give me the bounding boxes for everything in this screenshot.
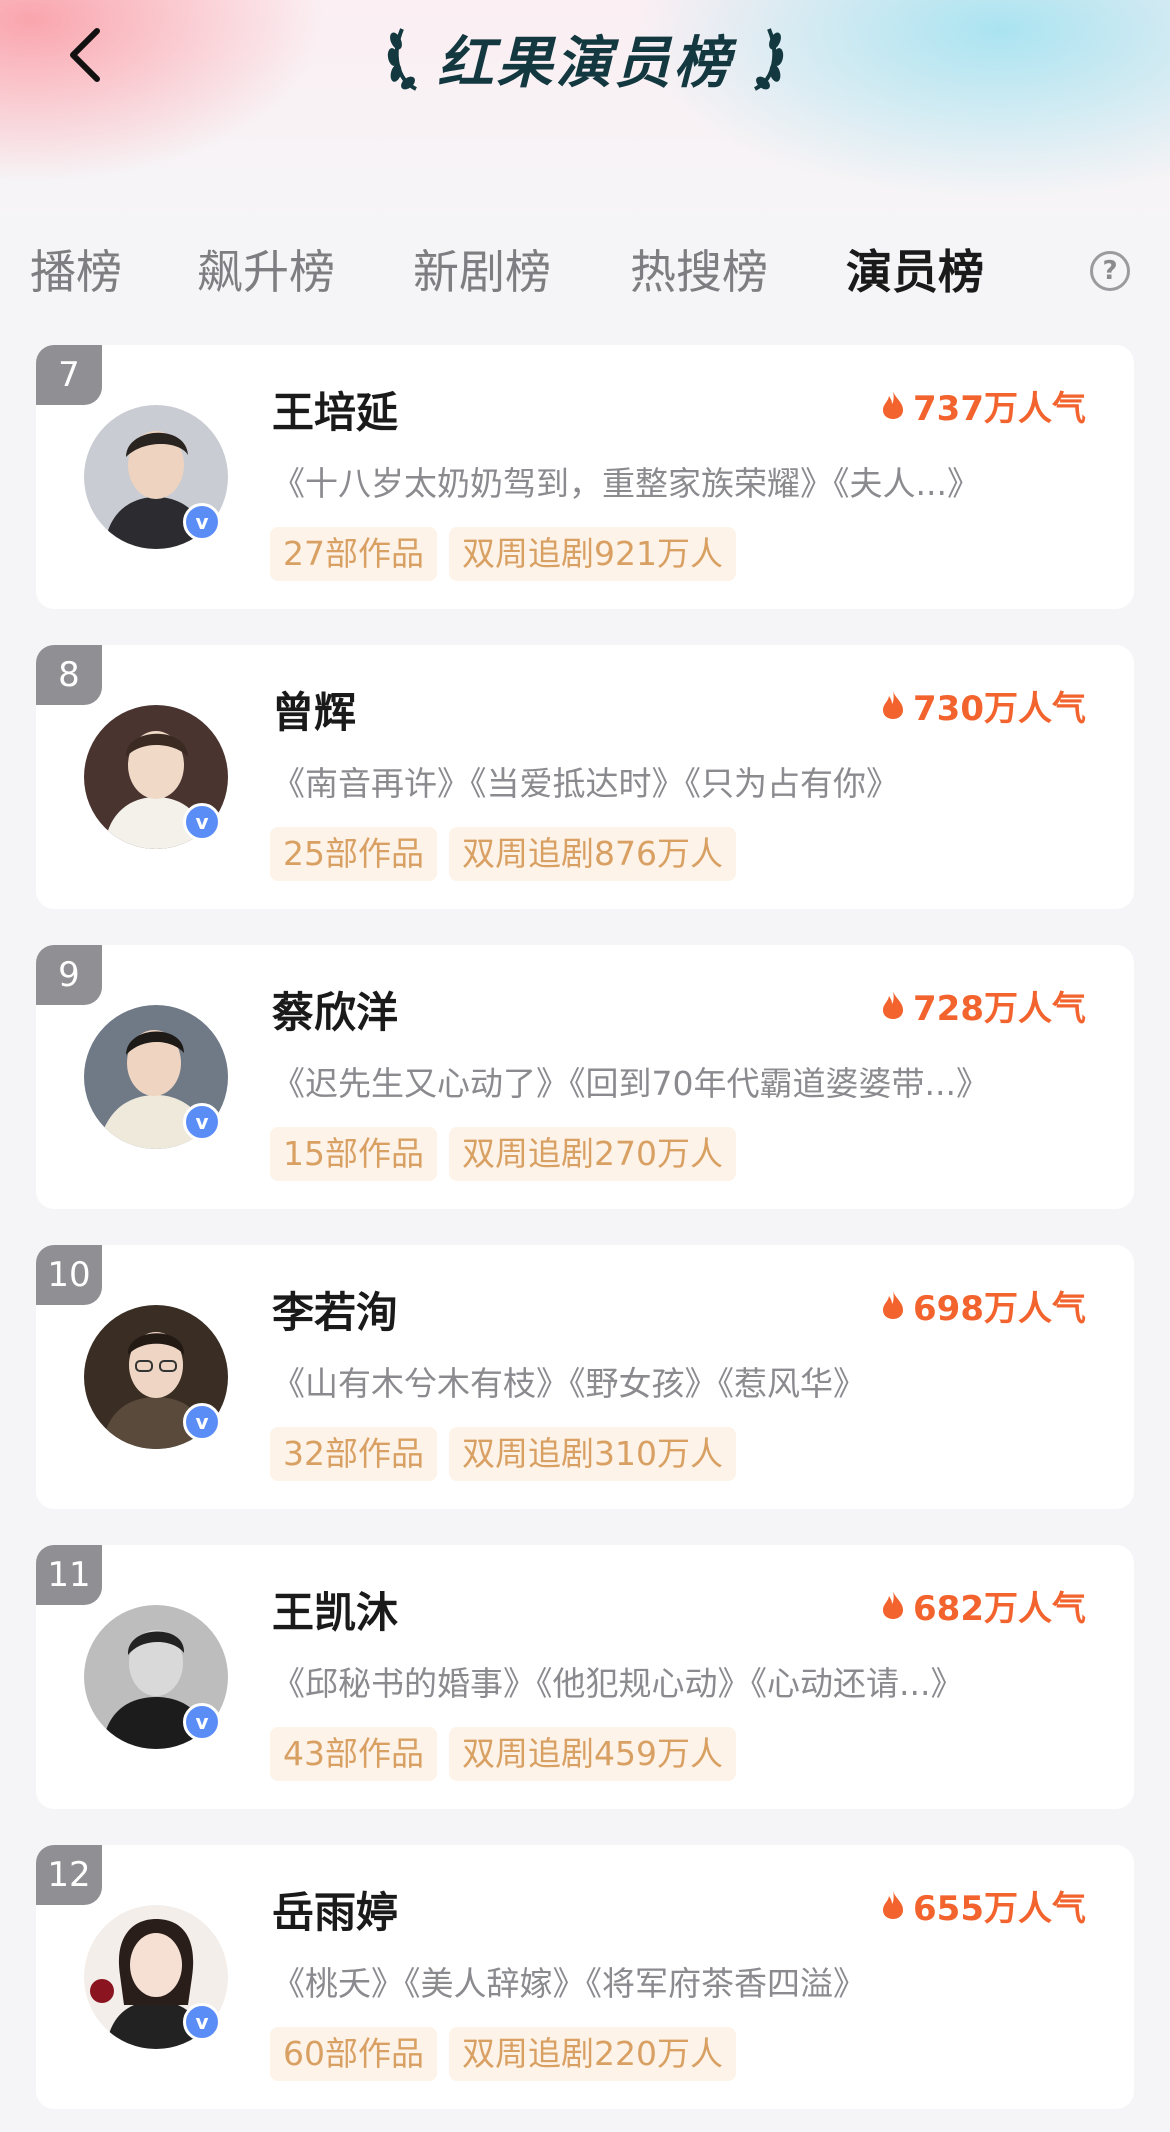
popularity-value: 655万人气 [913, 1888, 1086, 1929]
popularity-value: 698万人气 [913, 1288, 1086, 1329]
tab-hot-search[interactable]: 热搜榜 [630, 232, 768, 312]
popularity: 737万人气 [881, 383, 1086, 429]
fire-icon [883, 1591, 904, 1619]
actor-name: 王培延 [272, 388, 399, 437]
actor-name: 曾辉 [272, 688, 357, 737]
followers-tag: 双周追剧921万人 [449, 527, 736, 581]
works-count-tag: 32部作品 [270, 1427, 437, 1481]
works-count-tag: 43部作品 [270, 1727, 437, 1781]
followers-tag: 双周追剧876万人 [449, 827, 736, 881]
fire-icon [883, 1291, 904, 1319]
works-list: 《山有木兮木有枝》《野女孩》《惹风华》 [272, 1364, 866, 1403]
actor-name: 王凯沐 [272, 1588, 399, 1637]
popularity-value: 682万人气 [913, 1588, 1086, 1629]
popularity: 728万人气 [881, 983, 1086, 1029]
fire-icon [883, 1891, 904, 1919]
rank-badge: 12 [36, 1845, 102, 1905]
verified-badge-icon: v [183, 1103, 221, 1141]
tag-group: 32部作品 双周追剧310万人 [270, 1427, 736, 1481]
works-count-tag: 60部作品 [270, 2027, 437, 2081]
fire-icon [883, 391, 904, 419]
actor-card[interactable]: 11 v 王凯沐 682万人气 《邱秘书的婚事》《他犯规心动》《心动还请...》 [36, 1545, 1134, 1809]
laurel-left-icon [387, 28, 417, 91]
verified-badge-icon: v [183, 1703, 221, 1741]
works-list: 《迟先生又心动了》《回到70年代霸道婆婆带...》 [272, 1064, 989, 1103]
page-title-group: 红果演员榜 [0, 18, 1170, 98]
tab-new-drama[interactable]: 新剧榜 [413, 232, 551, 312]
popularity: 730万人气 [881, 683, 1086, 729]
works-list: 《十八岁太奶奶驾到，重整家族荣耀》《夫人...》 [272, 464, 980, 503]
fire-icon [883, 691, 904, 719]
works-list: 《南音再许》《当爱抵达时》《只为占有你》 [272, 764, 899, 803]
followers-tag: 双周追剧459万人 [449, 1727, 736, 1781]
works-count-tag: 25部作品 [270, 827, 437, 881]
verified-badge-icon: v [183, 503, 221, 541]
tag-group: 43部作品 双周追剧459万人 [270, 1727, 736, 1781]
rank-badge: 9 [36, 945, 102, 1005]
popularity: 698万人气 [881, 1283, 1086, 1329]
rank-badge: 11 [36, 1545, 102, 1605]
actor-name: 岳雨婷 [272, 1888, 399, 1937]
laurel-right-icon [753, 28, 783, 91]
verified-badge-icon: v [183, 803, 221, 841]
question-circle-icon: ? [1102, 256, 1118, 286]
tag-group: 15部作品 双周追剧270万人 [270, 1127, 736, 1181]
followers-tag: 双周追剧270万人 [449, 1127, 736, 1181]
verified-badge-icon: v [183, 1403, 221, 1441]
help-button[interactable]: ? [1090, 251, 1130, 291]
popularity: 655万人气 [881, 1883, 1086, 1929]
actor-card[interactable]: 12 v 岳雨婷 655万人气 《桃夭》《美人辞嫁》《将军府茶香四溢》 60部作… [36, 1845, 1134, 2109]
ranking-tabs: 播榜 飙升榜 新剧榜 热搜榜 演员榜 [0, 232, 1170, 312]
tab-actors[interactable]: 演员榜 [846, 232, 984, 312]
tag-group: 60部作品 双周追剧220万人 [270, 2027, 736, 2081]
tag-group: 25部作品 双周追剧876万人 [270, 827, 736, 881]
actor-name: 蔡欣洋 [272, 988, 399, 1037]
rank-badge: 7 [36, 345, 102, 405]
followers-tag: 双周追剧220万人 [449, 2027, 736, 2081]
actor-card[interactable]: 9 v 蔡欣洋 728万人气 《迟先生又心动了》《回到70年代霸道婆婆带...》 [36, 945, 1134, 1209]
tab-rising[interactable]: 飙升榜 [197, 232, 335, 312]
popularity-value: 730万人气 [913, 688, 1086, 729]
works-list: 《桃夭》《美人辞嫁》《将军府茶香四溢》 [272, 1964, 866, 2003]
page: 红果演员榜 播榜 飙升榜 新剧榜 热搜榜 演员榜 ? 7 v 王培延 737万人… [0, 0, 1170, 2132]
actor-card[interactable]: 10 v 李若洵 698万人气 《山有木兮木有枝》《野女孩》《惹风华》 32部作… [36, 1245, 1134, 1509]
verified-badge-icon: v [183, 2003, 221, 2041]
tag-group: 27部作品 双周追剧921万人 [270, 527, 736, 581]
actor-card[interactable]: 8 v 曾辉 730万人气 《南音再许》《当爱抵达时》《只为占有你》 25部作品 [36, 645, 1134, 909]
fire-icon [883, 991, 904, 1019]
actor-list: 7 v 王培延 737万人气 《十八岁太奶奶驾到，重整家族荣耀》《夫人...》 [36, 345, 1134, 2132]
works-count-tag: 15部作品 [270, 1127, 437, 1181]
popularity-value: 728万人气 [913, 988, 1086, 1029]
rank-badge: 10 [36, 1245, 102, 1305]
actor-card[interactable]: 7 v 王培延 737万人气 《十八岁太奶奶驾到，重整家族荣耀》《夫人...》 [36, 345, 1134, 609]
popularity-value: 737万人气 [913, 388, 1086, 429]
followers-tag: 双周追剧310万人 [449, 1427, 736, 1481]
tab-broadcast[interactable]: 播榜 [30, 232, 122, 312]
popularity: 682万人气 [881, 1583, 1086, 1629]
works-list: 《邱秘书的婚事》《他犯规心动》《心动还请...》 [272, 1664, 964, 1703]
works-count-tag: 27部作品 [270, 527, 437, 581]
page-title: 红果演员榜 [437, 30, 733, 96]
rank-badge: 8 [36, 645, 102, 705]
actor-name: 李若洵 [272, 1288, 399, 1337]
